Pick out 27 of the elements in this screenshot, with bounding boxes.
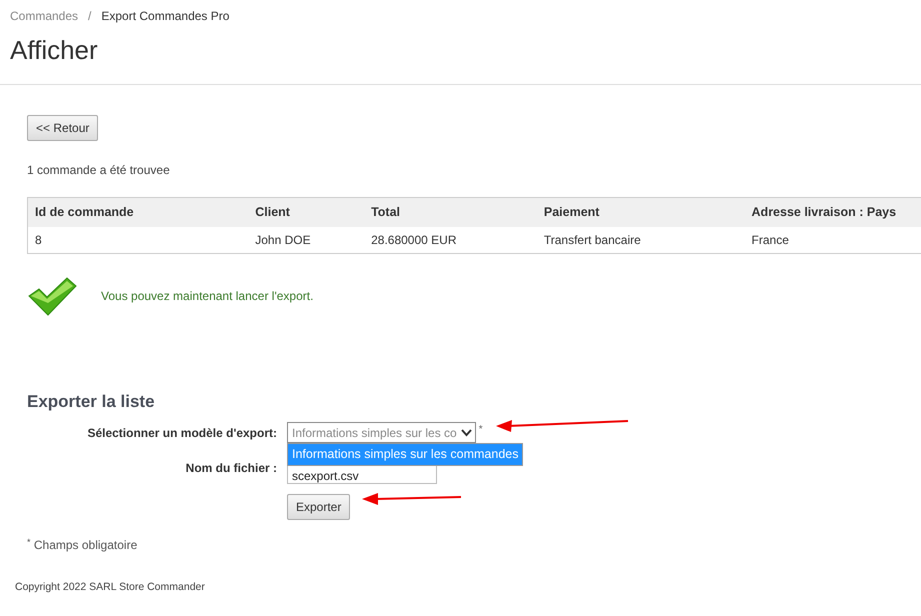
table-cell: Transfert bancaire <box>536 226 745 254</box>
page-title: Afficher <box>10 35 99 66</box>
template-select[interactable]: Informations simples sur les co <box>287 422 476 444</box>
column-header: Id de commande <box>28 198 248 227</box>
checkmark-icon <box>27 276 77 316</box>
field-label: Sélectionner un modèle d'export: <box>86 424 277 442</box>
field-label: Nom du fichier : <box>184 460 277 477</box>
section-heading: Exporter la liste <box>27 390 155 413</box>
export-button[interactable]: Exporter <box>287 494 350 520</box>
success-message: Vous pouvez maintenant lancer l'export. <box>101 288 314 305</box>
chevron-icon <box>460 429 472 438</box>
breadcrumb-link[interactable]: Export Commandes Pro <box>101 7 230 25</box>
required-mark: * <box>478 423 483 438</box>
back-button[interactable]: << Retour <box>27 115 98 142</box>
column-header: Total <box>364 198 537 227</box>
table-cell: 8 <box>28 226 248 254</box>
breadcrumb-separator: / <box>88 8 92 25</box>
copyright-text: Copyright 2022 SARL Store Commander <box>14 580 206 596</box>
required-note: $^{*}$ Champs obligatoire <box>27 536 138 554</box>
breadcrumb-link[interactable]: Commandes <box>10 7 78 25</box>
column-header: Client <box>248 198 364 227</box>
table-cell: John DOE <box>248 226 364 254</box>
column-header: Paiement <box>536 198 745 227</box>
column-header: Adresse livraison : Pays <box>744 198 921 227</box>
table-cell: 28.680000 EUR <box>364 226 537 254</box>
table-cell: France <box>744 226 921 254</box>
result-count: 1 commande a été trouvee <box>27 162 171 180</box>
